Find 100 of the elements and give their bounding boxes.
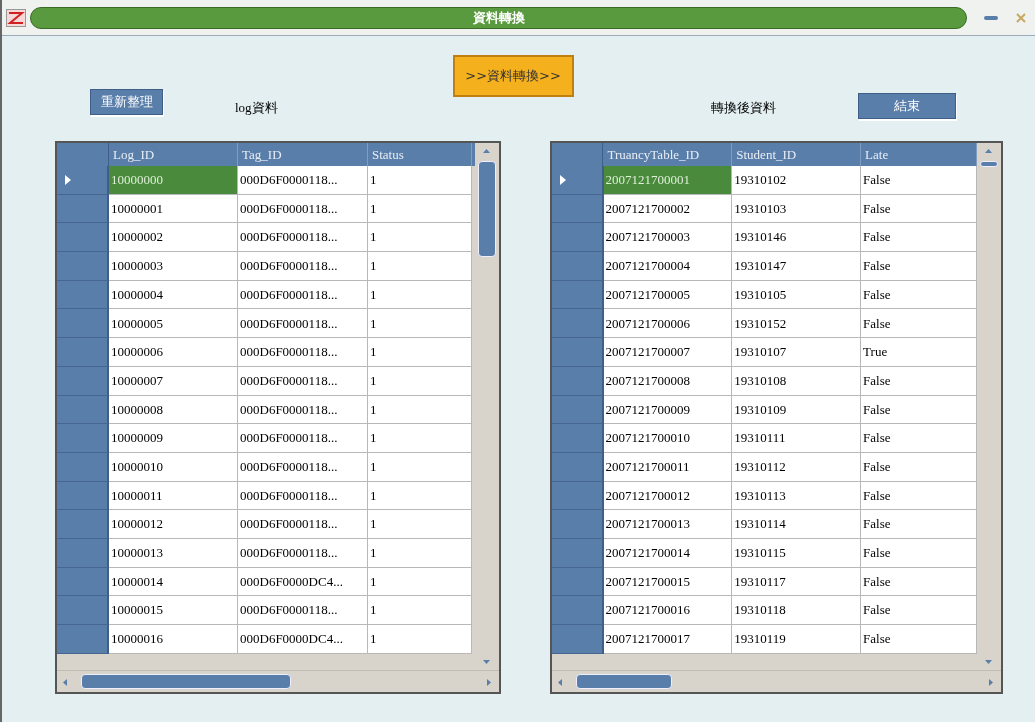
horizontal-scrollbar[interactable] [57, 670, 499, 692]
row-header[interactable] [57, 510, 109, 539]
table-cell: 10000002 [109, 223, 238, 253]
scroll-left-icon[interactable] [558, 679, 562, 686]
scroll-right-icon[interactable] [487, 679, 491, 686]
source-table-label: log資料 [235, 98, 278, 117]
close-button[interactable]: 結束 [857, 93, 956, 119]
row-header[interactable] [57, 194, 109, 224]
table-cell: False [861, 538, 977, 568]
row-header[interactable] [57, 366, 109, 396]
close-icon[interactable] [1015, 11, 1027, 24]
scroll-down-icon[interactable] [483, 660, 490, 664]
table-cell: 10000009 [109, 424, 238, 453]
table-cell: 000D6F0000DC4... [238, 625, 368, 654]
scroll-up-icon[interactable] [483, 149, 490, 153]
table-cell: 19310112 [732, 452, 862, 482]
row-header[interactable] [552, 166, 604, 195]
table-cell: 10000014 [109, 567, 238, 597]
table-cell: 1 [368, 596, 472, 625]
table-cell: 1 [368, 510, 472, 539]
reorganize-button[interactable]: 重新整理 [90, 89, 163, 115]
table-cell: False [861, 596, 977, 625]
table-cell: 1 [368, 166, 472, 195]
table-cell: 19310114 [732, 510, 862, 539]
table-cell: 10000005 [109, 309, 238, 339]
row-header[interactable] [552, 223, 604, 253]
row-header[interactable] [552, 567, 604, 597]
table-cell: 19310146 [732, 223, 862, 253]
table-cell: 2007121700008 [603, 366, 733, 396]
table-cell: 10000013 [109, 538, 238, 568]
row-header[interactable] [57, 625, 109, 654]
horizontal-scrollbar[interactable] [552, 670, 1001, 692]
table-cell: 10000010 [109, 452, 238, 482]
table-cell: 19310147 [732, 252, 862, 281]
row-header[interactable] [552, 481, 604, 511]
row-header[interactable] [552, 625, 604, 654]
table-cell: 000D6F0000118... [238, 538, 368, 568]
row-header[interactable] [57, 309, 109, 339]
row-header[interactable] [57, 596, 109, 625]
row-header[interactable] [57, 252, 109, 281]
convert-button[interactable]: >>資料轉換>> [452, 55, 574, 97]
row-header[interactable] [552, 280, 604, 310]
table-cell: 2007121700017 [603, 625, 733, 654]
row-header[interactable] [552, 538, 604, 568]
row-header[interactable] [552, 309, 604, 339]
row-header[interactable] [552, 452, 604, 482]
row-header[interactable] [57, 280, 109, 310]
table-cell: 1 [368, 424, 472, 453]
table-cell: 000D6F0000118... [238, 252, 368, 281]
table-cell: 1 [368, 567, 472, 597]
row-header[interactable] [552, 395, 604, 425]
table-cell: 19310108 [732, 366, 862, 396]
row-header[interactable] [552, 510, 604, 539]
table-cell: 19310105 [732, 280, 862, 310]
table-cell: False [861, 395, 977, 425]
scroll-right-icon[interactable] [989, 679, 993, 686]
table-cell: 10000000 [109, 166, 238, 195]
row-header[interactable] [57, 223, 109, 253]
row-header[interactable] [57, 538, 109, 568]
scroll-thumb[interactable] [478, 161, 496, 257]
table-cell: True [861, 338, 977, 367]
table-cell: 2007121700005 [603, 280, 733, 310]
table-cell: False [861, 366, 977, 396]
table-cell: 2007121700001 [603, 166, 733, 195]
table-cell: 19310118 [732, 596, 862, 625]
scroll-thumb[interactable] [81, 674, 291, 689]
table-cell: 2007121700010 [603, 424, 733, 453]
table-cell: 000D6F0000118... [238, 424, 368, 453]
result-table-label: 轉換後資料 [710, 98, 776, 117]
scroll-left-icon[interactable] [63, 679, 67, 686]
row-header[interactable] [552, 366, 604, 396]
table-cell: 2007121700013 [603, 510, 733, 539]
row-header[interactable] [552, 194, 604, 224]
table-cell: 10000012 [109, 510, 238, 539]
row-header[interactable] [57, 395, 109, 425]
row-header[interactable] [552, 338, 604, 367]
table-cell: 1 [368, 252, 472, 281]
row-header[interactable] [57, 338, 109, 367]
scroll-up-icon[interactable] [985, 149, 992, 153]
row-header[interactable] [552, 252, 604, 281]
row-header[interactable] [57, 481, 109, 511]
table-cell: 10000003 [109, 252, 238, 281]
table-cell: 000D6F0000118... [238, 481, 368, 511]
row-header[interactable] [552, 596, 604, 625]
scroll-thumb[interactable] [980, 161, 998, 167]
table-cell: 000D6F0000118... [238, 596, 368, 625]
table-cell: False [861, 452, 977, 482]
row-header[interactable] [552, 424, 604, 453]
table-cell: False [861, 625, 977, 654]
table-cell: 000D6F0000118... [238, 510, 368, 539]
row-header[interactable] [57, 166, 109, 195]
scroll-thumb[interactable] [576, 674, 672, 689]
table-cell: 2007121700015 [603, 567, 733, 597]
current-row-icon [65, 174, 71, 185]
row-header[interactable] [57, 452, 109, 482]
row-header[interactable] [57, 424, 109, 453]
table-cell: 19310119 [732, 625, 862, 654]
row-header[interactable] [57, 567, 109, 597]
scroll-down-icon[interactable] [985, 660, 992, 664]
table-cell: False [861, 481, 977, 511]
